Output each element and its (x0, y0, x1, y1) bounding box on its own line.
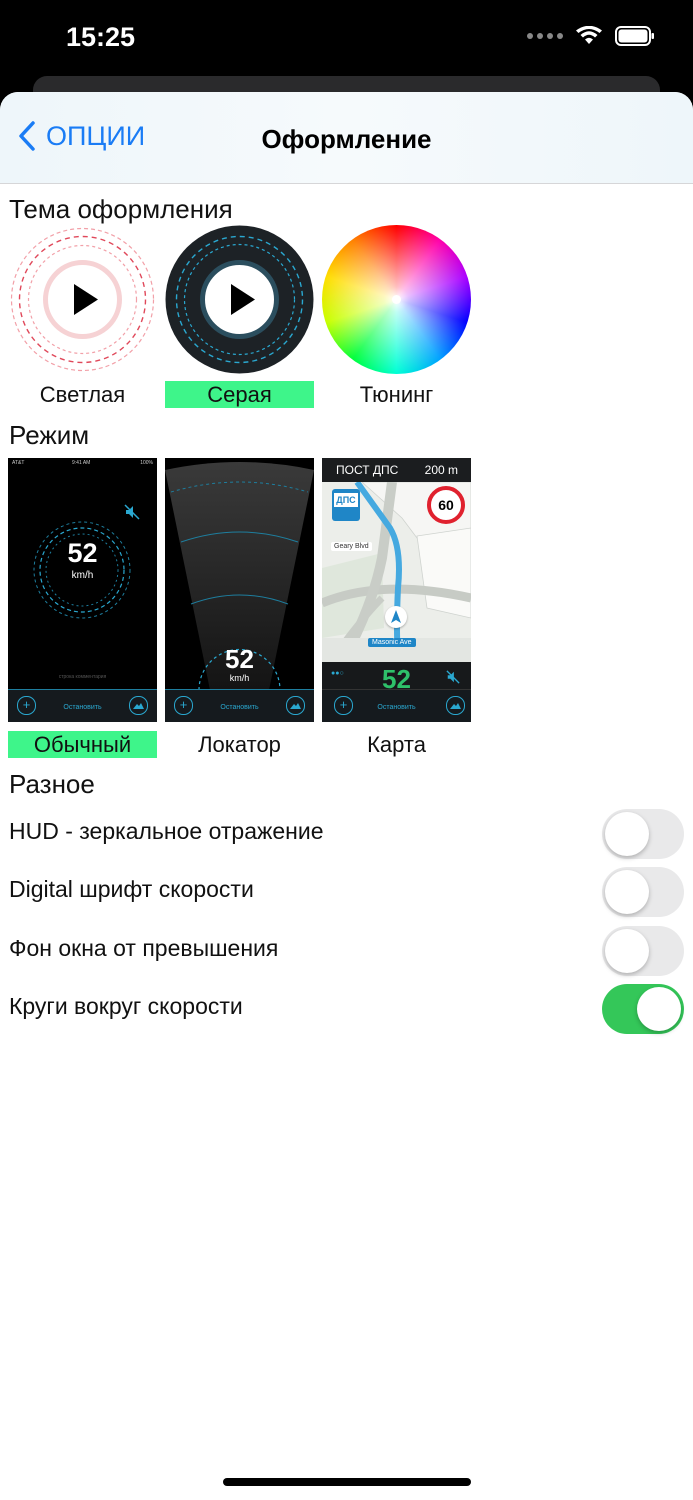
map-badge: ДПС (334, 493, 358, 507)
home-indicator[interactable] (223, 1478, 471, 1486)
preview-speed: 52 (67, 538, 98, 568)
map-distance: 200 m (424, 463, 458, 477)
mode-section-title: Режим (9, 420, 90, 450)
setting-label: Фон окна от превышения (9, 935, 279, 961)
mode-option-locator[interactable]: 52 km/h + Остановить (165, 458, 314, 722)
map-street-label: Geary Blvd (331, 542, 372, 551)
theme-section-title: Тема оформления (9, 194, 233, 224)
theme-label: Светлая (39, 382, 126, 407)
setting-label: Digital шрифт скорости (9, 876, 254, 902)
settings-sheet: ОПЦИИ Оформление Тема оформления Светлая (0, 92, 693, 1500)
speed-limit-sign: 60 (427, 486, 465, 524)
setting-row-speed-circles: Круги вокруг скорости (0, 979, 693, 1037)
setting-label: HUD - зеркальное отражение (9, 818, 324, 844)
map-banner: ПОСТ ДПС (336, 463, 399, 477)
navigation-bar: ОПЦИИ Оформление (0, 92, 693, 184)
mountain-icon (129, 696, 148, 715)
status-icons (527, 26, 655, 46)
digital-font-toggle[interactable] (602, 867, 684, 917)
preview-unit: km/h (71, 570, 94, 581)
color-wheel-icon (322, 225, 471, 374)
preview-carrier: AT&T (12, 460, 25, 466)
mute-icon (446, 670, 460, 684)
battery-icon (615, 26, 654, 46)
mode-option-map[interactable]: ПОСТ ДПС 200 m ДПС 60 Geary Blvd Masonic… (322, 458, 471, 722)
speed-circles-toggle[interactable] (602, 984, 684, 1034)
navigation-arrow-icon (385, 606, 407, 628)
page-title: Оформление (261, 124, 432, 154)
theme-option-gray[interactable]: Серая (165, 225, 314, 408)
setting-label: Круги вокруг скорости (9, 993, 243, 1019)
mode-label: Локатор (198, 732, 281, 757)
mute-icon (124, 504, 140, 520)
setting-row-hud-mirror: HUD - зеркальное отражение (0, 804, 693, 862)
gray-theme-icon (165, 225, 314, 374)
theme-option-tuning[interactable]: Тюнинг (322, 225, 471, 407)
setting-row-overspeed-background: Фон окна от превышения (0, 921, 693, 979)
mountain-icon (286, 696, 305, 715)
signal-icon (527, 33, 563, 39)
mode-option-normal[interactable]: AT&T 9:41 AM 100% 52 km/h строка коммент… (8, 458, 157, 722)
misc-section-title: Разное (9, 769, 95, 799)
hud-mirror-toggle[interactable] (602, 809, 684, 859)
theme-label-selected: Серая (165, 381, 314, 408)
mode-label: Карта (367, 732, 426, 757)
overspeed-background-toggle[interactable] (602, 926, 684, 976)
preview-unit: km/h (229, 673, 250, 683)
preview-speed: 52 (225, 644, 254, 674)
mountain-icon (446, 696, 465, 715)
status-time: 15:25 (66, 22, 136, 52)
wifi-icon (576, 26, 602, 44)
preview-comment: строка комментария (58, 674, 107, 680)
preview-clock: 9:41 AM (72, 460, 91, 466)
theme-label: Тюнинг (359, 382, 434, 407)
light-theme-icon (8, 225, 157, 374)
theme-option-light[interactable]: Светлая (8, 225, 157, 407)
preview-battery: 100% (140, 460, 153, 466)
mode-label-selected: Обычный (8, 731, 157, 758)
map-street-label: Masonic Ave (368, 638, 416, 647)
setting-row-digital-font: Digital шрифт скорости (0, 862, 693, 920)
